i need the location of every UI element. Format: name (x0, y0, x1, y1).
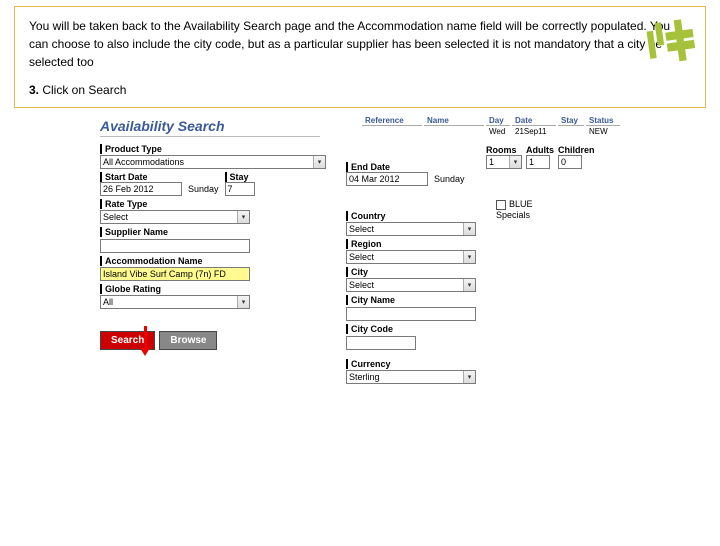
instruction-callout: You will be taken back to the Availabili… (14, 6, 706, 108)
pointer-arrow-icon (140, 326, 150, 356)
accommodation-name-input[interactable]: Island Vibe Surf Camp (7n) FD (100, 267, 250, 281)
name-label: Name (424, 116, 484, 126)
city-label: City (346, 267, 368, 277)
adults-input[interactable]: 1 (526, 155, 550, 169)
rate-type-label: Rate Type (100, 199, 147, 209)
chevron-down-icon: ▾ (463, 371, 475, 383)
blue-specials-checkbox[interactable] (496, 200, 506, 210)
product-type-label: Product Type (100, 144, 162, 154)
stay-input[interactable]: 7 (225, 182, 255, 196)
start-date-label: Start Date (100, 172, 182, 182)
app-screenshot: Availability Search Reference Name DayWe… (100, 116, 620, 384)
date-label: Date (512, 116, 556, 126)
instruction-paragraph: You will be taken back to the Availabili… (29, 17, 691, 71)
accommodation-name-label: Accommodation Name (100, 256, 203, 266)
chevron-down-icon: ▾ (237, 296, 249, 308)
end-day-display: Sunday (431, 172, 468, 186)
chevron-down-icon: ▾ (509, 156, 521, 168)
rooms-label: Rooms (486, 145, 522, 155)
city-code-label: City Code (346, 324, 393, 334)
page-title: Availability Search (100, 118, 320, 137)
children-label: Children (558, 145, 595, 155)
country-label: Country (346, 211, 386, 221)
rate-type-select[interactable]: Select ▾ (100, 210, 250, 224)
logo-sta (640, 16, 701, 71)
booking-header: Reference Name DayWed Date21Sep11 Stay S… (362, 116, 620, 137)
globe-rating-select[interactable]: All ▾ (100, 295, 250, 309)
chevron-down-icon: ▾ (463, 279, 475, 291)
step-text: Click on Search (39, 83, 126, 97)
rooms-select[interactable]: 1▾ (486, 155, 522, 169)
currency-select[interactable]: Sterling ▾ (346, 370, 476, 384)
start-day-display: Sunday (185, 182, 222, 196)
start-date-input[interactable]: 26 Feb 2012 (100, 182, 182, 196)
chevron-down-icon: ▾ (463, 223, 475, 235)
date-value: 21Sep11 (512, 126, 556, 137)
city-select[interactable]: Select ▾ (346, 278, 476, 292)
stay-label: Stay (558, 116, 584, 126)
stay-field-label: Stay (225, 172, 255, 182)
end-date-label: End Date (346, 162, 428, 172)
step-number: 3. (29, 83, 39, 97)
status-label: Status (586, 116, 620, 126)
supplier-name-input[interactable] (100, 239, 250, 253)
browse-button[interactable]: Browse (159, 331, 217, 350)
region-select[interactable]: Select ▾ (346, 250, 476, 264)
supplier-name-label: Supplier Name (100, 227, 168, 237)
city-code-input[interactable] (346, 336, 416, 350)
country-select[interactable]: Select ▾ (346, 222, 476, 236)
status-value: NEW (586, 126, 620, 137)
globe-rating-label: Globe Rating (100, 284, 161, 294)
region-label: Region (346, 239, 382, 249)
chevron-down-icon: ▾ (313, 156, 325, 168)
reference-label: Reference (362, 116, 422, 126)
chevron-down-icon: ▾ (237, 211, 249, 223)
instruction-step: 3. Click on Search (29, 83, 691, 97)
city-name-label: City Name (346, 295, 395, 305)
day-value: Wed (486, 126, 510, 137)
city-name-input[interactable] (346, 307, 476, 321)
product-type-select[interactable]: All Accommodations ▾ (100, 155, 326, 169)
day-label: Day (486, 116, 510, 126)
adults-label: Adults (526, 145, 554, 155)
currency-label: Currency (346, 359, 391, 369)
chevron-down-icon: ▾ (463, 251, 475, 263)
children-input[interactable]: 0 (558, 155, 582, 169)
end-date-input[interactable]: 04 Mar 2012 (346, 172, 428, 186)
